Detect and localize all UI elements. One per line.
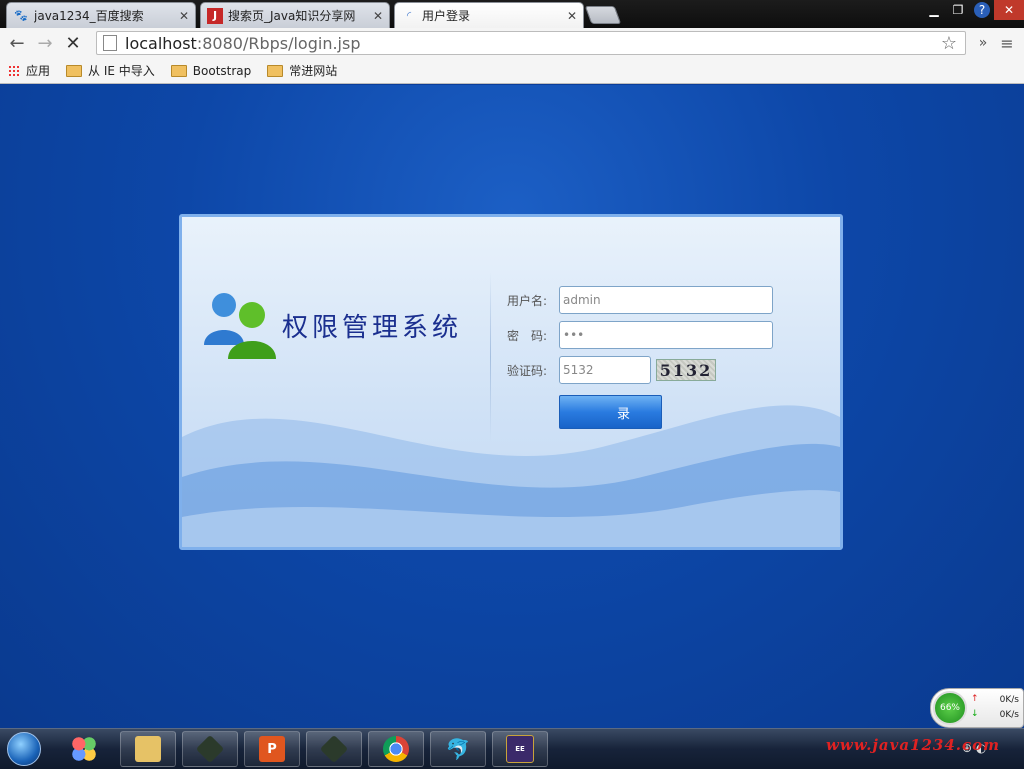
login-panel: 权限管理系统 用户名: 密 码: 验证码: 5132 录 [179,214,843,550]
chrome-icon [383,736,409,762]
tab-title: 用户登录 [422,9,471,23]
password-row: 密 码: [507,321,773,349]
loading-spinner-icon: ◜ [406,9,412,22]
bookmark-bootstrap[interactable]: Bootstrap [170,63,252,78]
close-window-icon[interactable]: ✕ [994,0,1024,20]
browser-toolbar: ← → ✕ localhost:8080/Rbps/login.jsp ☆ » … [0,28,1024,59]
tab-baidu[interactable]: 🐾 java1234_百度搜索 ✕ [6,2,196,28]
bookmark-label: 常进网站 [289,64,338,78]
baidu-paw-icon: 🐾 [14,9,28,22]
java1234-j-icon: J [207,7,223,24]
close-icon[interactable]: ✕ [567,9,577,23]
taskbar-terminal[interactable] [182,731,238,767]
url-path: :8080/Rbps/login.jsp [196,33,361,53]
bookmark-label: 应用 [26,64,51,78]
divider [490,272,491,442]
taskbar-javaee-ide[interactable]: EE [492,731,548,767]
password-input[interactable] [559,321,773,349]
page-icon [103,35,117,51]
brand: 权限管理系统 [202,287,462,363]
forward-arrow-icon[interactable]: → [34,32,56,54]
login-button-label: 录 [616,406,630,422]
download-speed: 0K/s [999,710,1019,720]
dolphin-icon: 🐬 [445,737,471,761]
javaee-ide-icon: EE [506,735,534,763]
captcha-image[interactable]: 5132 [656,359,716,381]
bookmark-label: 从 IE 中导入 [88,64,155,78]
stop-loading-icon[interactable]: ✕ [62,32,84,54]
window-controls: ▁ ❐ ? ✕ [922,0,1024,20]
username-label: 用户名: [507,293,548,308]
colorful-app-icon [71,736,97,762]
bookmark-import-ie[interactable]: 从 IE 中导入 [66,62,155,79]
powerpoint-icon: P [259,736,285,762]
back-arrow-icon[interactable]: ← [6,32,28,54]
taskbar-app-launcher[interactable] [56,731,112,767]
users-icon [204,293,276,359]
bookmark-label: Bootstrap [192,63,252,78]
login-button[interactable]: 录 [559,395,662,429]
extensions-overflow-icon[interactable]: » [972,32,994,54]
folder-explorer-icon [135,736,161,762]
bookmark-star-icon[interactable]: ☆ [941,33,957,54]
url-host: localhost [125,33,197,53]
tab-java1234-search[interactable]: J 搜索页_Java知识分享网 ✕ [200,2,390,28]
new-tab-button[interactable] [584,6,622,24]
taskbar-powerpoint[interactable]: P [244,731,300,767]
page-background: 权限管理系统 用户名: 密 码: 验证码: 5132 录 [0,85,1024,728]
restore-icon[interactable]: ❐ [946,0,970,20]
upload-speed: 0K/s [999,695,1019,705]
taskbar-explorer[interactable] [120,731,176,767]
close-icon[interactable]: ✕ [179,9,189,23]
tab-user-login[interactable]: ◜ 用户登录 ✕ [394,2,584,28]
taskbar-mysql[interactable]: 🐬 [430,731,486,767]
minimize-icon[interactable]: ▁ [922,0,946,20]
captcha-row: 验证码: 5132 [507,356,716,384]
system-title: 权限管理系统 [282,312,463,343]
username-row: 用户名: [507,286,773,314]
network-speed-widget[interactable]: 66% ↑ 0K/s ↓ 0K/s [930,688,1024,728]
address-bar[interactable]: localhost:8080/Rbps/login.jsp ☆ [96,31,966,55]
menu-icon[interactable]: ≡ [996,32,1018,54]
tab-strip: 🐾 java1234_百度搜索 ✕ J 搜索页_Java知识分享网 ✕ ◜ 用户… [0,0,1024,28]
bookmark-apps[interactable]: 应用 [8,62,50,79]
folder-icon [66,64,83,77]
start-button[interactable] [4,731,44,767]
apps-icon [8,64,20,77]
username-input[interactable] [559,286,773,314]
folder-icon [170,64,187,77]
tab-title: java1234_百度搜索 [34,9,144,23]
taskbar-terminal-recorder[interactable] [306,731,362,767]
captcha-input[interactable] [559,356,651,384]
bookmark-frequent-sites[interactable]: 常进网站 [267,62,337,79]
tab-title: 搜索页_Java知识分享网 [228,9,356,23]
captcha-label: 验证码: [507,363,548,378]
close-icon[interactable]: ✕ [373,9,383,23]
bookmarks-bar: 应用 从 IE 中导入 Bootstrap 常进网站 [0,58,1024,84]
terminal-icon [195,734,225,764]
password-label: 密 码: [507,328,548,343]
speed-gauge: 66% [933,691,967,725]
wave-decoration [182,405,840,547]
terminal-record-icon [319,734,349,764]
taskbar-chrome[interactable] [368,731,424,767]
help-icon[interactable]: ? [974,2,990,18]
folder-icon [267,64,284,77]
watermark: www.java1234.com [826,736,1001,754]
windows-logo-icon [7,732,41,766]
